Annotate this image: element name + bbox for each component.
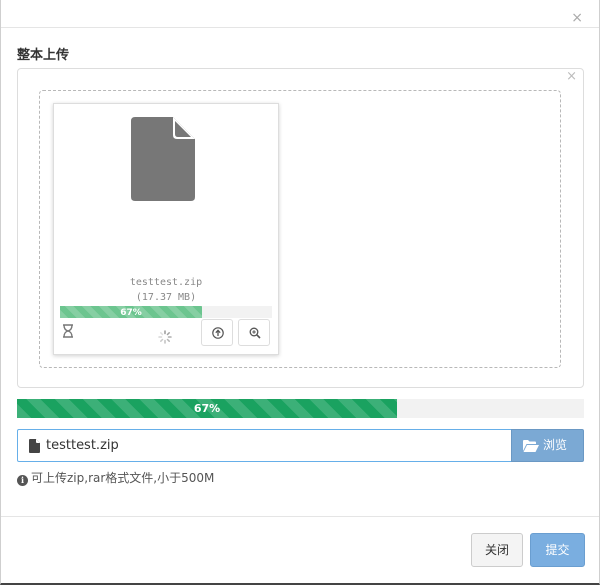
section-title: 整本上传 bbox=[17, 48, 70, 63]
card-progress-bar: 67% bbox=[60, 306, 272, 318]
hint-text: 可上传zip,rar格式文件,小于500M bbox=[31, 471, 215, 485]
drop-zone[interactable]: testtest.zip (17.37 MB) 67% bbox=[39, 90, 561, 368]
upload-file-button[interactable] bbox=[201, 319, 233, 346]
main-progress-bar: 67% bbox=[17, 399, 584, 418]
zoom-preview-button[interactable] bbox=[238, 319, 270, 346]
spinner-icon bbox=[158, 330, 172, 344]
file-icon bbox=[29, 439, 40, 453]
close-button[interactable]: 关闭 bbox=[471, 533, 523, 567]
file-preview-card: testtest.zip (17.37 MB) 67% bbox=[53, 103, 279, 355]
file-path-value: testtest.zip bbox=[46, 438, 119, 453]
file-icon bbox=[131, 117, 195, 201]
file-path-input[interactable]: testtest.zip bbox=[17, 429, 512, 462]
upload-icon bbox=[212, 327, 224, 339]
file-size: (17.37 MB) bbox=[135, 292, 197, 303]
upload-dialog: × 整本上传 × testtest.zip (17.37 MB) 67% 67%… bbox=[0, 0, 600, 585]
main-progress-label: 67% bbox=[193, 402, 221, 415]
browse-button[interactable]: 浏览 bbox=[511, 429, 584, 462]
dialog-header: × bbox=[1, 0, 599, 28]
hourglass-icon bbox=[63, 324, 73, 338]
file-name: testtest.zip bbox=[129, 277, 203, 288]
dialog-close-icon[interactable]: × bbox=[571, 11, 583, 25]
upload-box-close-icon[interactable]: × bbox=[566, 69, 577, 84]
folder-open-icon bbox=[523, 440, 539, 452]
info-icon: i bbox=[17, 475, 28, 486]
upload-hint: i 可上传zip,rar格式文件,小于500M bbox=[17, 470, 214, 486]
zoom-in-icon bbox=[249, 327, 261, 339]
submit-button[interactable]: 提交 bbox=[530, 533, 585, 567]
card-progress-label: 67% bbox=[120, 308, 142, 318]
upload-box: × testtest.zip (17.37 MB) 67% bbox=[17, 68, 584, 388]
footer-divider bbox=[1, 516, 599, 517]
browse-label: 浏览 bbox=[543, 438, 568, 452]
